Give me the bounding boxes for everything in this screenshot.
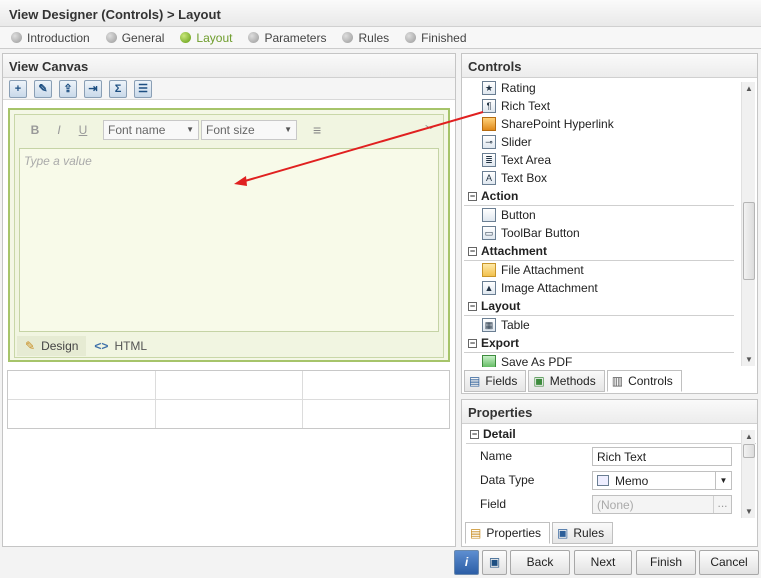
save-icon[interactable]: ▣ — [482, 550, 507, 575]
drag-arrow — [234, 111, 484, 186]
finish-button[interactable]: Finish — [636, 550, 696, 575]
info-icon[interactable]: i — [454, 550, 479, 575]
back-button[interactable]: Back — [510, 550, 570, 575]
cancel-button[interactable]: Cancel — [699, 550, 759, 575]
next-button[interactable]: Next — [574, 550, 632, 575]
